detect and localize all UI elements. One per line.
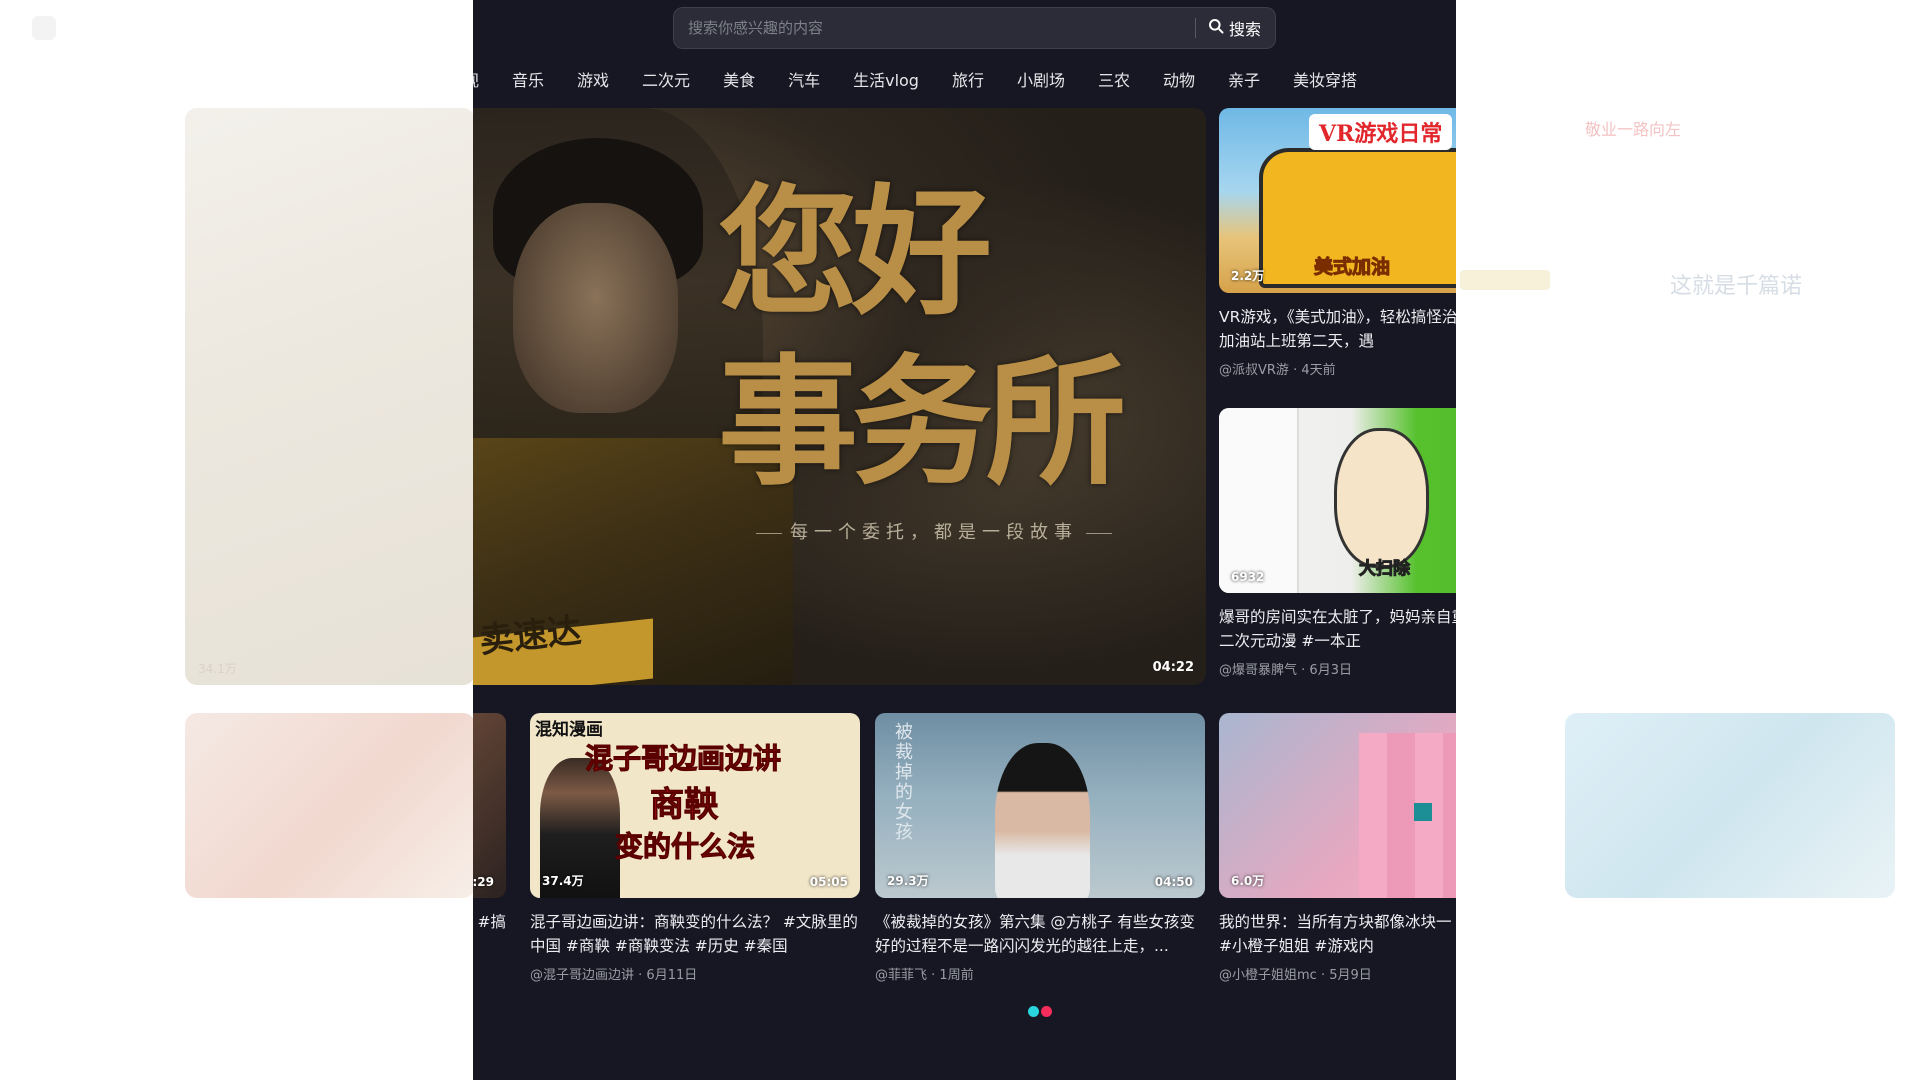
- video-title[interactable]: 《被裁掉的女孩》第六集 @方桃子 有些女孩变好的过程不是一路闪闪发光的越往上走，…: [875, 910, 1205, 958]
- video-meta: @派叔VR游 · 4天前: [1219, 363, 1336, 378]
- video-meta: @爆哥暴脾气 · 6月3日: [1219, 663, 1352, 678]
- hero-subtitle-text: 每一个委托，都是一段故事: [790, 522, 1078, 543]
- video-card-minecraft[interactable]: 6.0万 我的世界：当所有方块都像冰块一 #我的世界 #小橙子姐姐 #游戏内 @…: [1219, 713, 1456, 983]
- thumb-person: [995, 743, 1090, 898]
- loading-dot-cyan: [1028, 1006, 1039, 1017]
- video-title[interactable]: VR游戏，《美式加油》，轻松搞怪治愈，第2集 加油站上班第二天，遇: [1219, 305, 1456, 353]
- category-tab-theater[interactable]: 小剧场: [1017, 67, 1065, 91]
- hero-title: 您好 事务所: [718, 168, 1126, 508]
- featured-video[interactable]: 卖速达 您好 事务所 每一个委托，都是一段故事 04:22: [473, 108, 1206, 685]
- hero-title-line2: 事务所: [718, 341, 1126, 505]
- video-author[interactable]: @派叔VR游: [1219, 363, 1289, 378]
- category-tab-anime[interactable]: 二次元: [642, 67, 690, 91]
- thumb-door: [1219, 408, 1299, 593]
- video-author[interactable]: @混子哥边画边讲: [530, 968, 634, 983]
- video-time: 5月9日: [1329, 968, 1372, 983]
- loading-dot-pink: [1041, 1006, 1052, 1017]
- thumb-block: [1359, 733, 1456, 898]
- thumb-caption-1: 混子哥边画边讲: [584, 742, 782, 776]
- video-author[interactable]: @爆哥暴脾气: [1219, 663, 1297, 678]
- video-thumbnail[interactable]: 02:29: [473, 713, 506, 898]
- background-video-left: [185, 108, 475, 685]
- thumb-caption: 大扫除: [1359, 559, 1411, 580]
- hero-duration: 04:22: [1152, 660, 1194, 675]
- video-meta: @小橙子姐姐mc · 5月9日: [1219, 968, 1372, 983]
- thumb-caption-2: 商鞅: [650, 785, 719, 826]
- video-title[interactable]: #搞: [473, 910, 507, 958]
- hero-subtitle: 每一个委托，都是一段故事: [748, 518, 1120, 544]
- video-duration: 05:05: [809, 875, 848, 889]
- video-time: 1周前: [939, 968, 974, 983]
- video-title[interactable]: 混子哥边画边讲：商鞅变的什么法？ #文脉里的中国 #商鞅 #商鞅变法 #历史 #…: [530, 910, 860, 958]
- thumb-caption-3: 变的什么法: [614, 830, 756, 864]
- video-duration: 04:50: [1154, 875, 1193, 889]
- category-tab-rural[interactable]: 三农: [1098, 67, 1130, 91]
- video-time: 4天前: [1301, 363, 1336, 378]
- search-button[interactable]: 搜索: [1196, 8, 1275, 48]
- video-title[interactable]: 我的世界：当所有方块都像冰块一 #我的世界 #小橙子姐姐 #游戏内: [1219, 910, 1456, 958]
- video-thumbnail[interactable]: 混知漫画 混子哥边画边讲 商鞅 变的什么法 37.4万 05:05: [530, 713, 860, 898]
- thumb-caption: 美式加油: [1313, 256, 1391, 279]
- video-author[interactable]: @小橙子姐姐mc: [1219, 968, 1317, 983]
- video-card-vr[interactable]: VR游戏日常 美式加油 2.2万 VR游戏，《美式加油》，轻松搞怪治愈，第2集 …: [1219, 108, 1456, 378]
- video-duration: 02:29: [473, 875, 494, 889]
- loading-indicator: [1028, 1006, 1052, 1017]
- video-card-girl[interactable]: 被裁掉的女孩 29.3万 04:50 《被裁掉的女孩》第六集 @方桃子 有些女孩…: [875, 713, 1205, 983]
- category-tab-game[interactable]: 游戏: [577, 67, 609, 91]
- video-thumbnail[interactable]: 大扫除 6932: [1219, 408, 1456, 593]
- background-text-right-1: 敬业一路向左: [1585, 120, 1682, 139]
- category-tab-beauty[interactable]: 美妆穿搭: [1293, 67, 1357, 91]
- video-meta: @混子哥边画边讲 · 6月11日: [530, 968, 698, 983]
- app-logo-icon[interactable]: [32, 16, 56, 40]
- category-tab-music[interactable]: 音乐: [512, 67, 544, 91]
- category-tab-vlog[interactable]: 生活vlog: [853, 67, 919, 91]
- view-count: 29.3万: [887, 874, 929, 888]
- search-button-label: 搜索: [1228, 20, 1261, 39]
- background-views-left: 34.1万: [198, 662, 237, 676]
- background-video-left-bottom: [185, 713, 475, 898]
- video-thumbnail[interactable]: VR游戏日常 美式加油 2.2万: [1219, 108, 1456, 293]
- thumb-badge: VR游戏日常: [1309, 114, 1453, 150]
- thumb-eye-left: [1414, 803, 1432, 821]
- video-author[interactable]: @菲菲飞: [875, 968, 927, 983]
- background-block-right: [1460, 270, 1550, 290]
- video-card-shangyang[interactable]: 混知漫画 混子哥边画边讲 商鞅 变的什么法 37.4万 05:05 混子哥边画边…: [530, 713, 860, 983]
- category-tab-food[interactable]: 美食: [723, 67, 755, 91]
- main-panel: 搜索 视 音乐 游戏 二次元 美食 汽车 生活vlog 旅行 小剧场 三农 动物…: [473, 0, 1456, 1080]
- view-count: 6.0万: [1231, 874, 1265, 888]
- background-text-right-2: 这就是千篇诺: [1670, 274, 1803, 299]
- category-tab-car[interactable]: 汽车: [788, 67, 820, 91]
- hero-title-line1: 您好: [718, 171, 992, 335]
- search-input[interactable]: [674, 8, 1195, 48]
- category-tab-parenting[interactable]: 亲子: [1228, 67, 1260, 91]
- video-time: 6月3日: [1309, 663, 1352, 678]
- video-title[interactable]: 爆哥的房间实在太脏了，妈妈亲自重庆话配音 #二次元动漫 #一本正: [1219, 605, 1456, 653]
- video-time: 6月11日: [646, 968, 698, 983]
- video-meta: @菲菲飞 · 1周前: [875, 968, 974, 983]
- hero-face: [513, 203, 678, 413]
- category-tab-video[interactable]: 视: [473, 67, 479, 91]
- category-nav: 视 音乐 游戏 二次元 美食 汽车 生活vlog 旅行 小剧场 三农 动物 亲子…: [473, 66, 1390, 92]
- category-tab-animal[interactable]: 动物: [1163, 67, 1195, 91]
- background-video-right-bottom: [1565, 713, 1895, 898]
- search-icon: [1208, 18, 1224, 38]
- video-card-cleanup[interactable]: 大扫除 6932 爆哥的房间实在太脏了，妈妈亲自重庆话配音 #二次元动漫 #一本…: [1219, 408, 1456, 678]
- search-bar: 搜索: [673, 7, 1276, 49]
- video-thumbnail[interactable]: 被裁掉的女孩 29.3万 04:50: [875, 713, 1205, 898]
- view-count: 2.2万: [1231, 269, 1265, 283]
- view-count: 6932: [1231, 570, 1265, 584]
- category-tab-travel[interactable]: 旅行: [952, 67, 984, 91]
- thumb-vertical-text: 被裁掉的女孩: [895, 722, 913, 843]
- video-card-partial[interactable]: 02:29 #搞: [473, 713, 506, 958]
- video-thumbnail[interactable]: 6.0万: [1219, 713, 1456, 898]
- thumb-character: [1334, 428, 1429, 568]
- view-count: 37.4万: [542, 874, 584, 888]
